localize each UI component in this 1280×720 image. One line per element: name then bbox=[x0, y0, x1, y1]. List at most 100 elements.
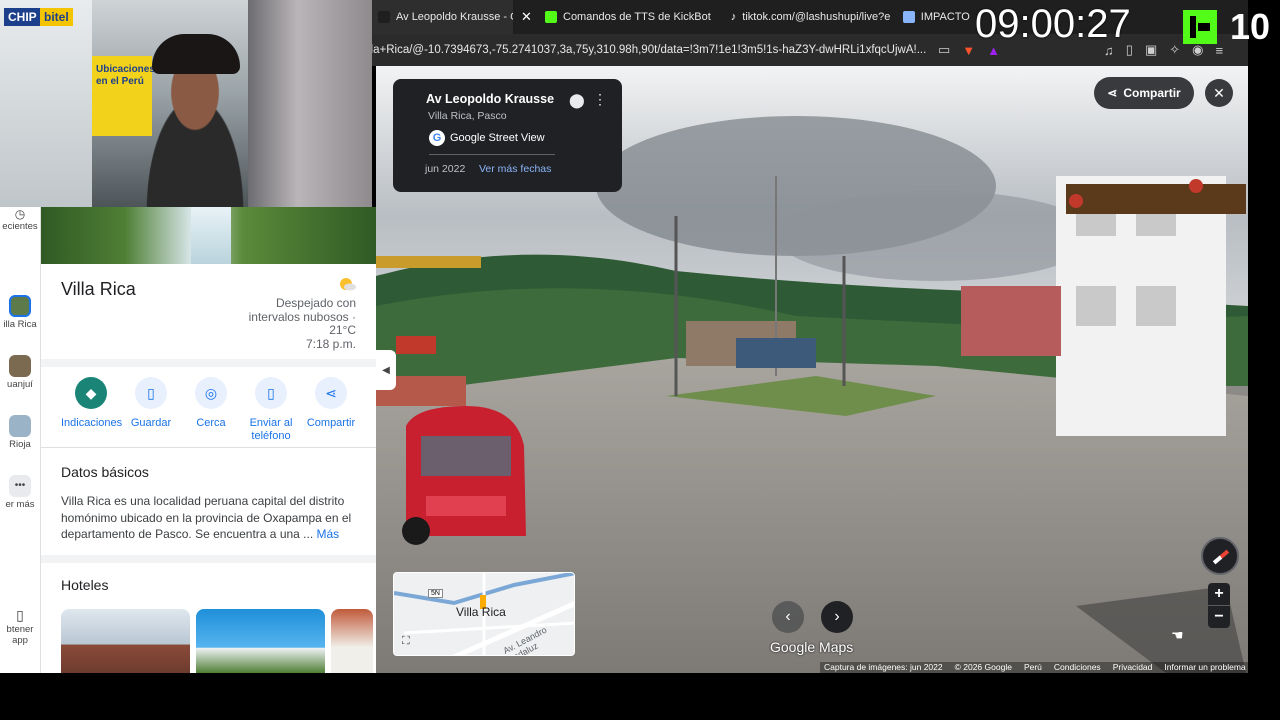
rail-label: btener app bbox=[6, 624, 34, 646]
action-label: Cerca bbox=[196, 417, 226, 429]
place-panel: Villa Rica Despejado con intervalos nubo… bbox=[40, 207, 376, 673]
chip-sign: CHIP bbox=[4, 8, 41, 26]
more-dates-link[interactable]: Ver más fechas bbox=[479, 163, 551, 175]
rail-item-huanjui[interactable]: uanjuí bbox=[0, 355, 40, 390]
phone-icon: ▯ bbox=[16, 607, 24, 623]
street-name: Av Leopoldo Krausse bbox=[426, 92, 555, 106]
hotel-card[interactable] bbox=[196, 609, 325, 673]
action-label: Guardar bbox=[130, 417, 172, 429]
weather-info: Despejado con intervalos nubosos · 21°C … bbox=[236, 296, 356, 351]
expand-icon[interactable]: ⛶ bbox=[402, 635, 410, 648]
capture-credit: Captura de imágenes: jun 2022 bbox=[824, 662, 943, 672]
copyright: © 2026 Google bbox=[954, 662, 1012, 672]
save-button[interactable]: ▯ Guardar bbox=[121, 377, 181, 443]
hotel-card[interactable] bbox=[61, 609, 190, 673]
maps-left-rail: ◷ ecientes illa Rica uanjuí Rioja ••• er… bbox=[0, 207, 40, 673]
wallet-icon[interactable]: ▣ bbox=[1145, 42, 1157, 58]
hotel-card[interactable] bbox=[331, 609, 373, 673]
chevron-right-icon: › bbox=[834, 608, 840, 625]
minimap[interactable]: 5N Villa Rica Av. Leandro Andaluz ⛶ bbox=[393, 572, 575, 656]
divider bbox=[429, 154, 555, 155]
share-street-view-button[interactable]: ⋖ Compartir bbox=[1094, 77, 1194, 109]
send-to-phone-button[interactable]: ▯ Enviar al teléfono bbox=[241, 377, 301, 443]
more-link[interactable]: Más bbox=[317, 527, 340, 541]
rail-label: uanjuí bbox=[7, 379, 33, 390]
more-options-icon[interactable]: ⋮ bbox=[593, 91, 607, 108]
chevron-left-icon: ◀ bbox=[382, 364, 390, 376]
tab-impacto[interactable]: IMPACTO bbox=[893, 0, 980, 34]
previous-button[interactable]: ‹ bbox=[772, 601, 804, 633]
source-label: Google Street View bbox=[450, 132, 545, 144]
hand-cursor-icon: ☚ bbox=[1171, 627, 1184, 643]
place-hero-image[interactable] bbox=[41, 207, 376, 264]
rail-item-recientes[interactable]: ◷ ecientes bbox=[0, 207, 40, 232]
weather-temp: 21°C bbox=[329, 323, 356, 337]
collapse-panel-button[interactable]: ◀ bbox=[376, 350, 396, 390]
share-icon: ⋖ bbox=[1107, 86, 1118, 100]
google-icon: G bbox=[429, 130, 445, 146]
close-street-view-button[interactable]: ✕ bbox=[1205, 79, 1233, 107]
url-text[interactable]: lla+Rica/@-10.7394673,-75.2741037,3a,75y… bbox=[368, 44, 928, 56]
tiktok-favicon-icon: ♪ bbox=[730, 11, 737, 23]
minimap-place-label: Villa Rica bbox=[456, 605, 506, 619]
tab-label: Av Leopoldo Krausse - Goo bbox=[396, 11, 513, 23]
huanjui-thumbnail bbox=[9, 355, 31, 377]
zoom-in-button[interactable]: + bbox=[1208, 583, 1230, 605]
history-icon: ◷ bbox=[14, 207, 26, 221]
rail-item-villa-rica[interactable]: illa Rica bbox=[0, 295, 40, 330]
zoom-out-button[interactable]: − bbox=[1208, 606, 1230, 628]
divider bbox=[41, 359, 376, 367]
report-problem-link[interactable]: Informar un problema bbox=[1164, 662, 1245, 673]
share-button[interactable]: ⋖ Compartir bbox=[301, 377, 361, 443]
about-text: Villa Rica es una localidad peruana capi… bbox=[61, 493, 361, 543]
partly-cloudy-icon bbox=[340, 278, 356, 291]
terms-link[interactable]: Condiciones bbox=[1054, 662, 1101, 673]
bookmark-icon: ▯ bbox=[135, 377, 167, 409]
rail-item-rioja[interactable]: Rioja bbox=[0, 415, 40, 450]
kickbot-favicon-icon bbox=[545, 11, 557, 23]
rail-item-get-app[interactable]: ▯ btener app bbox=[0, 607, 40, 646]
rail-label: er más bbox=[5, 499, 35, 510]
store-shelf-left bbox=[0, 0, 92, 207]
leo-icon[interactable]: ✧ bbox=[1169, 42, 1180, 58]
nearby-button[interactable]: ◎ Cerca bbox=[181, 377, 241, 443]
location-pin-icon[interactable]: ⬤ bbox=[569, 92, 585, 109]
villa-rica-thumbnail bbox=[9, 295, 31, 317]
directions-button[interactable]: ◆ Indicaciones bbox=[61, 377, 122, 443]
streamer-hair bbox=[152, 34, 240, 74]
tab-kickbot[interactable]: Comandos de TTS de KickBot bbox=[535, 0, 721, 34]
menu-icon[interactable]: ≡ bbox=[1216, 43, 1224, 58]
vpn-icon[interactable]: ◉ bbox=[1192, 42, 1203, 58]
attribution-bar: Captura de imágenes: jun 2022 © 2026 Goo… bbox=[820, 662, 1250, 673]
about-body: Villa Rica es una localidad peruana capi… bbox=[61, 494, 352, 541]
locality: Villa Rica, Pasco bbox=[428, 110, 507, 122]
send-to-phone-icon: ▯ bbox=[255, 377, 287, 409]
about-title: Datos básicos bbox=[61, 464, 149, 480]
next-button[interactable]: › bbox=[821, 601, 853, 633]
place-actions: ◆ Indicaciones ▯ Guardar ◎ Cerca ▯ Envia… bbox=[61, 377, 361, 443]
share-icon: ⋖ bbox=[315, 377, 347, 409]
tab-google-maps[interactable]: Av Leopoldo Krausse - Goo bbox=[368, 0, 513, 34]
action-label: Compartir bbox=[306, 417, 356, 429]
brave-shield-icon[interactable]: ▼ bbox=[962, 43, 975, 58]
rail-label: illa Rica bbox=[3, 319, 37, 330]
region-link[interactable]: Perú bbox=[1024, 662, 1042, 673]
tab-close-button[interactable]: ✕ bbox=[513, 0, 535, 34]
privacy-link[interactable]: Privacidad bbox=[1113, 662, 1153, 673]
tab-tiktok[interactable]: ♪ tiktok.com/@lashushupi/live?e bbox=[721, 0, 893, 34]
bitel-sign: bitel bbox=[40, 8, 73, 26]
rioja-thumbnail bbox=[9, 415, 31, 437]
directions-icon: ◆ bbox=[75, 377, 107, 409]
weather-condition: Despejado con intervalos nubosos · bbox=[248, 296, 356, 324]
close-icon: ✕ bbox=[1213, 84, 1225, 101]
action-label: Enviar al teléfono bbox=[249, 417, 293, 442]
hotel-carousel bbox=[61, 609, 373, 673]
stream-clock: 09:00:27 bbox=[975, 2, 1131, 46]
rail-item-ver-mas[interactable]: ••• er más bbox=[0, 475, 40, 510]
cast-icon[interactable]: ▭ bbox=[938, 42, 950, 58]
compass-icon[interactable] bbox=[1201, 537, 1239, 575]
rail-label: ecientes bbox=[2, 221, 38, 232]
nearby-icon: ◎ bbox=[195, 377, 227, 409]
route-shield: 5N bbox=[428, 589, 443, 598]
rail-label: Rioja bbox=[9, 439, 31, 450]
